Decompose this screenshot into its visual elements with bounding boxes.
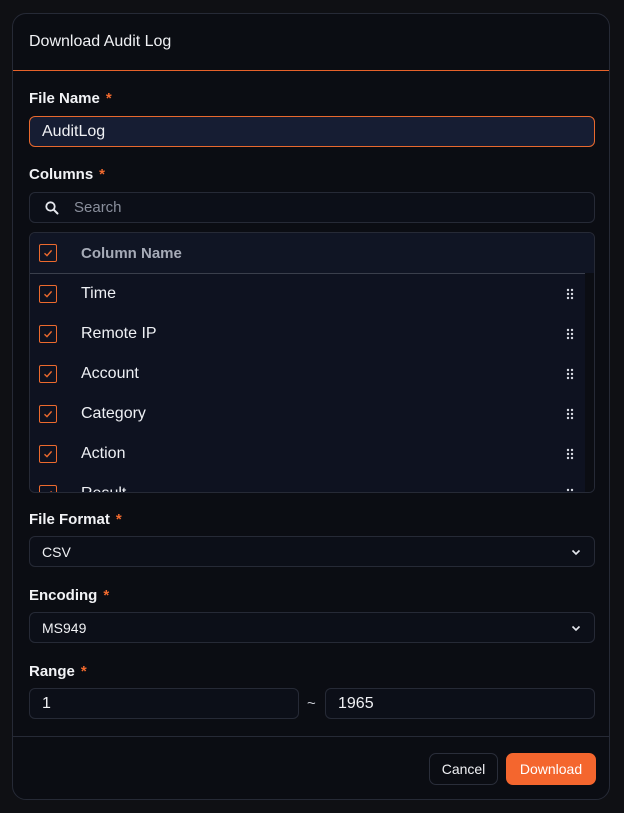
columns-label-text: Columns — [29, 166, 94, 183]
drag-handle-icon[interactable] — [566, 288, 574, 300]
file-name-label-text: File Name — [29, 90, 100, 107]
check-icon — [44, 330, 53, 338]
drag-handle-icon[interactable] — [566, 368, 574, 380]
encoding-label: Encoding * — [29, 587, 109, 604]
columns-scrollbar[interactable] — [585, 273, 594, 492]
search-icon — [45, 200, 59, 214]
required-mark: * — [80, 663, 87, 680]
range-to-input[interactable]: 1965 — [325, 688, 595, 719]
column-row-result: Result — [30, 474, 594, 493]
column-label: Time — [81, 285, 116, 302]
column-search-input[interactable]: Search — [29, 192, 595, 223]
check-icon — [44, 410, 53, 418]
chevron-down-icon — [571, 549, 581, 555]
range-to-value: 1965 — [338, 694, 374, 712]
file-name-value: AuditLog — [42, 122, 106, 140]
column-checkbox[interactable] — [39, 485, 57, 492]
required-mark: * — [115, 511, 122, 528]
footer-divider — [13, 736, 609, 737]
column-checkbox[interactable] — [39, 365, 57, 383]
file-format-value: CSV — [42, 543, 71, 560]
column-label: Category — [81, 405, 146, 422]
required-mark: * — [99, 166, 106, 183]
drag-handle-icon[interactable] — [566, 448, 574, 460]
download-audit-log-dialog: Download Audit Log File Name * AuditLog C… — [12, 13, 610, 800]
column-row-account: Account — [30, 354, 594, 394]
check-icon — [50, 490, 53, 492]
file-name-label: File Name * — [29, 90, 112, 107]
column-label: Remote IP — [81, 325, 157, 342]
range-label-text: Range — [29, 663, 75, 680]
column-checkbox[interactable] — [39, 405, 57, 423]
column-row-remote-ip: Remote IP — [30, 314, 594, 354]
range-label: Range * — [29, 663, 87, 680]
select-all-checkbox[interactable] — [39, 244, 57, 262]
file-name-input[interactable]: AuditLog — [29, 116, 595, 147]
column-row-category: Category — [30, 394, 594, 434]
columns-table-header: Column Name — [30, 233, 594, 274]
column-name-header: Column Name — [81, 244, 182, 262]
search-placeholder: Search — [74, 199, 122, 216]
range-from-input[interactable]: 1 — [29, 688, 299, 719]
required-mark: * — [103, 587, 110, 604]
columns-table: Column Name Time Remote IP Account Categ… — [29, 232, 595, 493]
check-icon — [44, 370, 53, 378]
column-checkbox[interactable] — [39, 325, 57, 343]
check-icon — [44, 450, 53, 458]
drag-handle-icon[interactable] — [566, 488, 574, 493]
range-from-value: 1 — [42, 694, 51, 712]
chevron-down-icon — [571, 625, 581, 631]
column-row-time: Time — [30, 274, 594, 314]
file-format-label-text: File Format — [29, 511, 110, 528]
columns-label: Columns * — [29, 166, 105, 183]
drag-handle-icon[interactable] — [566, 408, 574, 420]
column-label: Action — [81, 445, 126, 462]
column-label: Account — [81, 365, 139, 382]
file-format-label: File Format * — [29, 511, 122, 528]
column-checkbox[interactable] — [39, 445, 57, 463]
column-row-action: Action — [30, 434, 594, 474]
encoding-label-text: Encoding — [29, 587, 98, 604]
required-mark: * — [105, 90, 112, 107]
column-label: Result — [81, 485, 126, 492]
check-icon — [44, 290, 53, 298]
drag-handle-icon[interactable] — [566, 328, 574, 340]
dialog-title: Download Audit Log — [29, 33, 172, 50]
range-separator: ~ — [307, 695, 316, 712]
check-icon — [44, 249, 53, 257]
encoding-value: MS949 — [42, 619, 87, 636]
column-checkbox[interactable] — [39, 285, 57, 303]
columns-list: Time Remote IP Account Category Action — [30, 274, 594, 493]
download-button[interactable]: Download — [506, 753, 596, 785]
file-format-select[interactable]: CSV — [29, 536, 595, 567]
dialog-header: Download Audit Log — [13, 14, 609, 71]
cancel-button[interactable]: Cancel — [429, 753, 498, 785]
encoding-select[interactable]: MS949 — [29, 612, 595, 643]
